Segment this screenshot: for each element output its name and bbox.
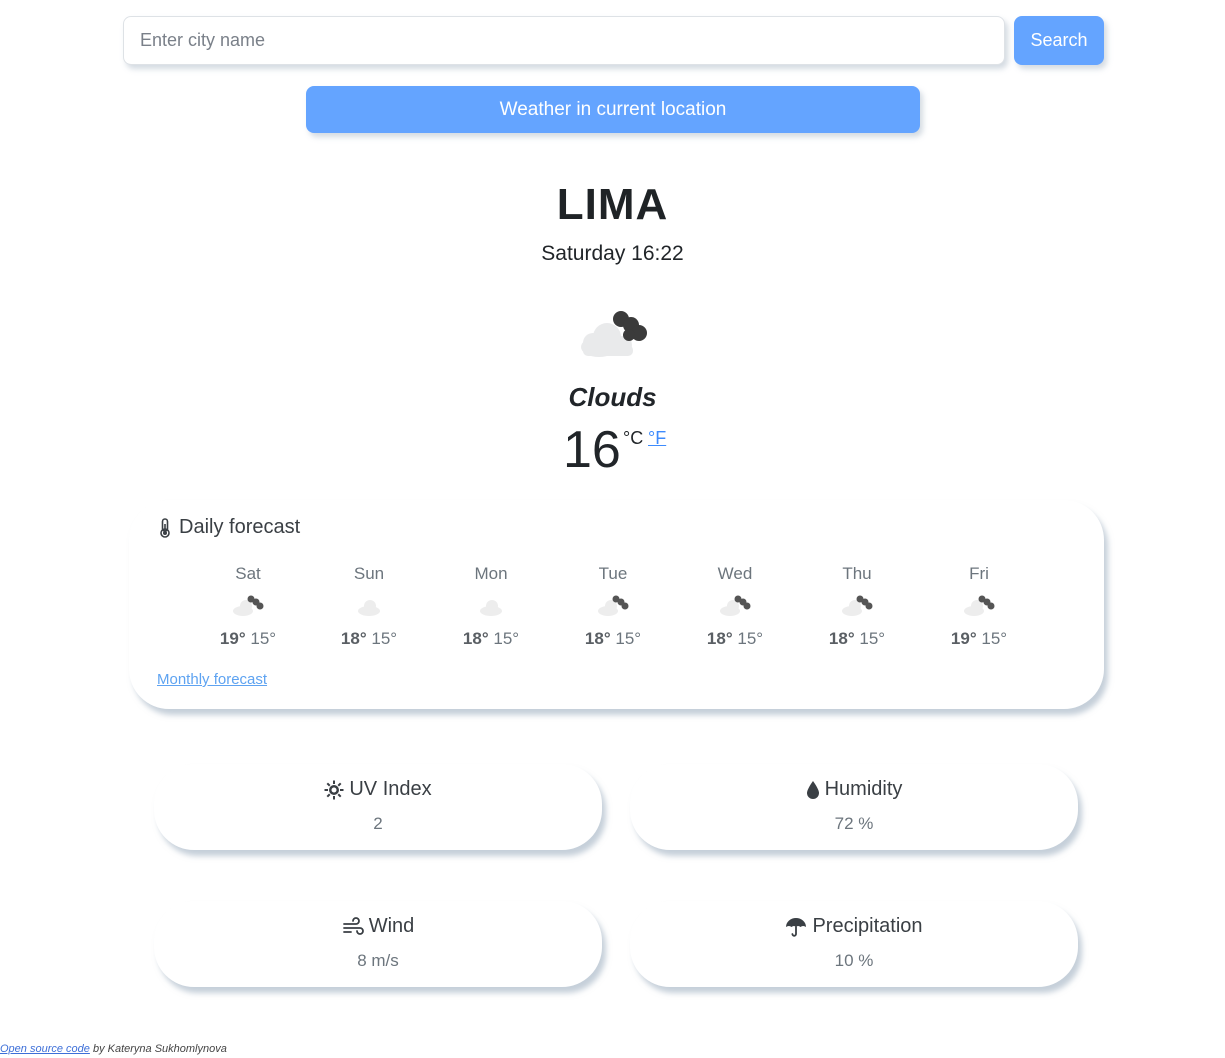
forecast-temps: 19° 15° [198,629,298,649]
city-search-input[interactable] [123,16,1005,65]
sun-icon [324,780,344,799]
forecast-day: Sun 18° 15° [319,564,419,649]
umbrella-icon [786,917,807,937]
broken-clouds-icon [581,311,647,357]
forecast-day-name: Sat [235,564,261,583]
unit-celsius: °C [623,428,644,448]
forecast-max-temp: 19° [950,629,977,648]
current-location-button[interactable]: Weather in current location [306,86,920,133]
forecast-temps: 18° 15° [319,629,419,649]
broken-clouds-icon [964,595,995,616]
forecast-max-temp: 18° [828,629,855,648]
wind-icon [342,916,364,935]
monthly-forecast-link[interactable]: Monthly forecast [157,671,267,688]
forecast-day-name: Tue [598,564,628,583]
few-clouds-icon [480,600,502,616]
weather-app: Search Weather in current location LIMA … [0,0,1225,1058]
forecast-day: Sat 19° 15° [198,564,298,649]
forecast-min-temp: 15° [859,629,886,648]
footer-author: by Kateryna Sukhomlynova [89,1043,227,1055]
forecast-temps: 18° 15° [441,629,541,649]
forecast-day: Mon 18° 15° [441,564,541,649]
forecast-max-temp: 18° [340,629,367,648]
temperature-display: 16 °C °F [563,420,683,480]
precipitation-card: Precipitation 10 % [630,901,1078,987]
forecast-day-name: Wed [717,564,753,583]
footer: Open source code by Kateryna Sukhomlynov… [0,1043,227,1055]
temperature-value: 16 [563,421,621,479]
forecast-max-temp: 18° [584,629,611,648]
forecast-day: Tue 18° 15° [563,564,663,649]
search-form: Search [123,16,1104,65]
broken-clouds-icon [842,595,873,616]
forecast-temps: 18° 15° [807,629,907,649]
forecast-min-temp: 15° [371,629,398,648]
forecast-day-name: Fri [969,564,989,583]
forecast-day: Wed 18° 15° [685,564,785,649]
forecast-temps: 19° 15° [929,629,1029,649]
thermometer-icon [160,517,170,538]
wind-value: 8 m/s [357,951,399,970]
forecast-day: Fri 19° 15° [929,564,1029,649]
city-name: LIMA [556,180,669,229]
forecast-max-temp: 18° [706,629,733,648]
weather-description: Clouds [568,382,657,412]
daily-forecast-card: Daily forecast Sat 19° 15° Sun 18° 15° M… [129,500,1104,709]
wind-title: Wind [154,915,602,938]
droplet-icon [806,780,819,799]
forecast-max-temp: 18° [462,629,489,648]
forecast-day-name: Thu [842,564,872,583]
forecast-day-name: Sun [353,564,385,583]
forecast-temps: 18° 15° [563,629,663,649]
uv-index-title: UV Index [154,778,602,801]
forecast-max-temp: 19° [219,629,246,648]
search-button[interactable]: Search [1014,16,1104,65]
precipitation-label: Precipitation [812,915,923,937]
forecast-min-temp: 15° [493,629,520,648]
uv-index-card: UV Index 2 [154,764,602,850]
humidity-value: 72 % [834,814,874,833]
daily-forecast-label: Daily forecast [179,516,301,538]
current-datetime: Saturday 16:22 [541,242,684,265]
daily-forecast-title: Daily forecast [157,516,300,539]
uv-index-label: UV Index [349,778,432,800]
forecast-day-name: Mon [474,564,508,583]
forecast-min-temp: 15° [737,629,764,648]
wind-card: Wind 8 m/s [154,901,602,987]
humidity-title: Humidity [630,778,1078,801]
humidity-card: Humidity 72 % [630,764,1078,850]
few-clouds-icon [358,600,380,616]
forecast-day: Thu 18° 15° [807,564,907,649]
source-code-link[interactable]: Open source code [0,1043,90,1055]
unit-fahrenheit-link[interactable]: °F [648,428,666,449]
broken-clouds-icon [720,595,751,616]
forecast-min-temp: 15° [981,629,1008,648]
humidity-label: Humidity [824,778,903,800]
uv-index-value: 2 [373,814,383,833]
precipitation-value: 10 % [834,951,874,970]
wind-label: Wind [368,915,415,937]
forecast-min-temp: 15° [250,629,277,648]
broken-clouds-icon [233,595,264,616]
broken-clouds-icon [598,595,629,616]
forecast-min-temp: 15° [615,629,642,648]
forecast-temps: 18° 15° [685,629,785,649]
precipitation-title: Precipitation [630,915,1078,938]
